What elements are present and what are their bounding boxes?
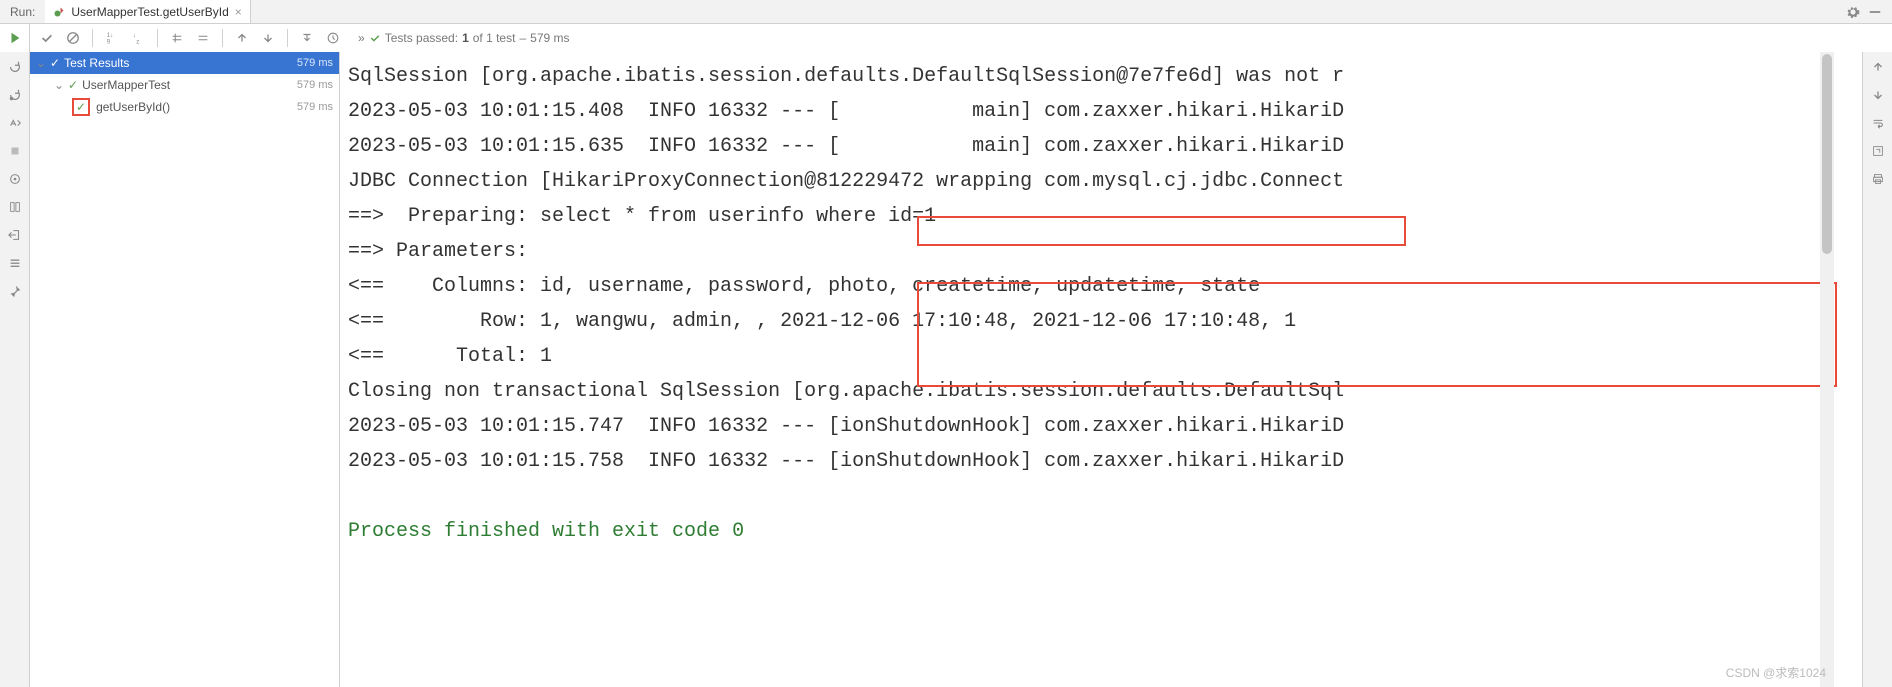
right-gutter (1862, 52, 1892, 687)
next-occurrence-button[interactable] (257, 27, 279, 49)
gear-icon[interactable] (1846, 5, 1860, 19)
run-tab[interactable]: UserMapperTest.getUserById × (45, 0, 250, 23)
tree-root-duration: 579 ms (297, 57, 333, 69)
left-gutter (0, 52, 30, 687)
sort-time-button[interactable]: ↓z (127, 27, 149, 49)
check-icon: ✓ (76, 100, 86, 114)
tree-root[interactable]: ⌄ ✓ Test Results 579 ms (30, 52, 339, 74)
show-passed-button[interactable] (36, 27, 58, 49)
tab-close-button[interactable]: × (235, 5, 242, 19)
up-button[interactable] (1867, 56, 1889, 78)
svg-text:9: 9 (107, 38, 111, 45)
check-icon: ✓ (68, 78, 78, 92)
minimize-icon[interactable] (1868, 5, 1882, 19)
down-button[interactable] (1867, 84, 1889, 106)
svg-text:z: z (136, 38, 139, 45)
console-text: creating a new SqlSession SqlSession [or… (348, 52, 1344, 473)
collapse-all-button[interactable] (192, 27, 214, 49)
soft-wrap-button[interactable] (1867, 112, 1889, 134)
prev-occurrence-button[interactable] (231, 27, 253, 49)
stop-button[interactable] (4, 140, 26, 162)
process-exit-text: Process finished with exit code 0 (348, 520, 744, 543)
exit-button[interactable] (4, 224, 26, 246)
dump-threads-button[interactable] (4, 168, 26, 190)
highlight-box: ✓ (72, 98, 90, 116)
test-status: » Tests passed: 1 of 1 test – 579 ms (358, 31, 570, 45)
check-icon (369, 32, 381, 44)
run-icon[interactable] (8, 31, 22, 45)
test-icon (53, 6, 65, 18)
toolbar-row: 1↓9 ↓z » Tests passed: 1 of 1 test – 579… (0, 24, 1892, 52)
check-icon: ✓ (50, 56, 60, 70)
more-button[interactable] (4, 252, 26, 274)
expand-all-button[interactable] (166, 27, 188, 49)
tree-root-label: Test Results (64, 56, 129, 70)
print-button[interactable] (1867, 168, 1889, 190)
history-button[interactable] (322, 27, 344, 49)
rerun-button[interactable] (4, 56, 26, 78)
scroll-end-button[interactable] (1867, 140, 1889, 162)
svg-text:↓: ↓ (133, 32, 136, 39)
tree-item-duration: 579 ms (297, 101, 333, 113)
console-output[interactable]: creating a new SqlSession SqlSession [or… (340, 52, 1862, 687)
toggle-auto-button[interactable] (4, 112, 26, 134)
chevron-down-icon: ⌄ (36, 56, 46, 70)
tree-item-method[interactable]: ✓ getUserById() 579 ms (30, 96, 339, 118)
watermark: CSDN @求索1024 (1726, 664, 1826, 681)
tree-item-label: getUserById() (96, 100, 170, 114)
rerun-failed-button[interactable] (4, 84, 26, 106)
tree-item-class[interactable]: ⌄ ✓ UserMapperTest 579 ms (30, 74, 339, 96)
scrollbar-thumb[interactable] (1822, 54, 1832, 254)
scrollbar-vertical[interactable] (1820, 52, 1834, 687)
tab-title: UserMapperTest.getUserById (71, 5, 228, 19)
pin-button[interactable] (4, 280, 26, 302)
sort-alpha-button[interactable]: 1↓9 (101, 27, 123, 49)
tree-item-duration: 579 ms (297, 79, 333, 91)
chevron-down-icon: ⌄ (54, 78, 64, 92)
test-tree: ⌄ ✓ Test Results 579 ms ⌄ ✓ UserMapperTe… (30, 52, 340, 687)
show-ignored-button[interactable] (62, 27, 84, 49)
export-button[interactable] (296, 27, 318, 49)
tree-item-label: UserMapperTest (82, 78, 170, 92)
layout-button[interactable] (4, 196, 26, 218)
run-tool-label: Run: (0, 5, 45, 19)
tab-bar: Run: UserMapperTest.getUserById × (0, 0, 1892, 24)
